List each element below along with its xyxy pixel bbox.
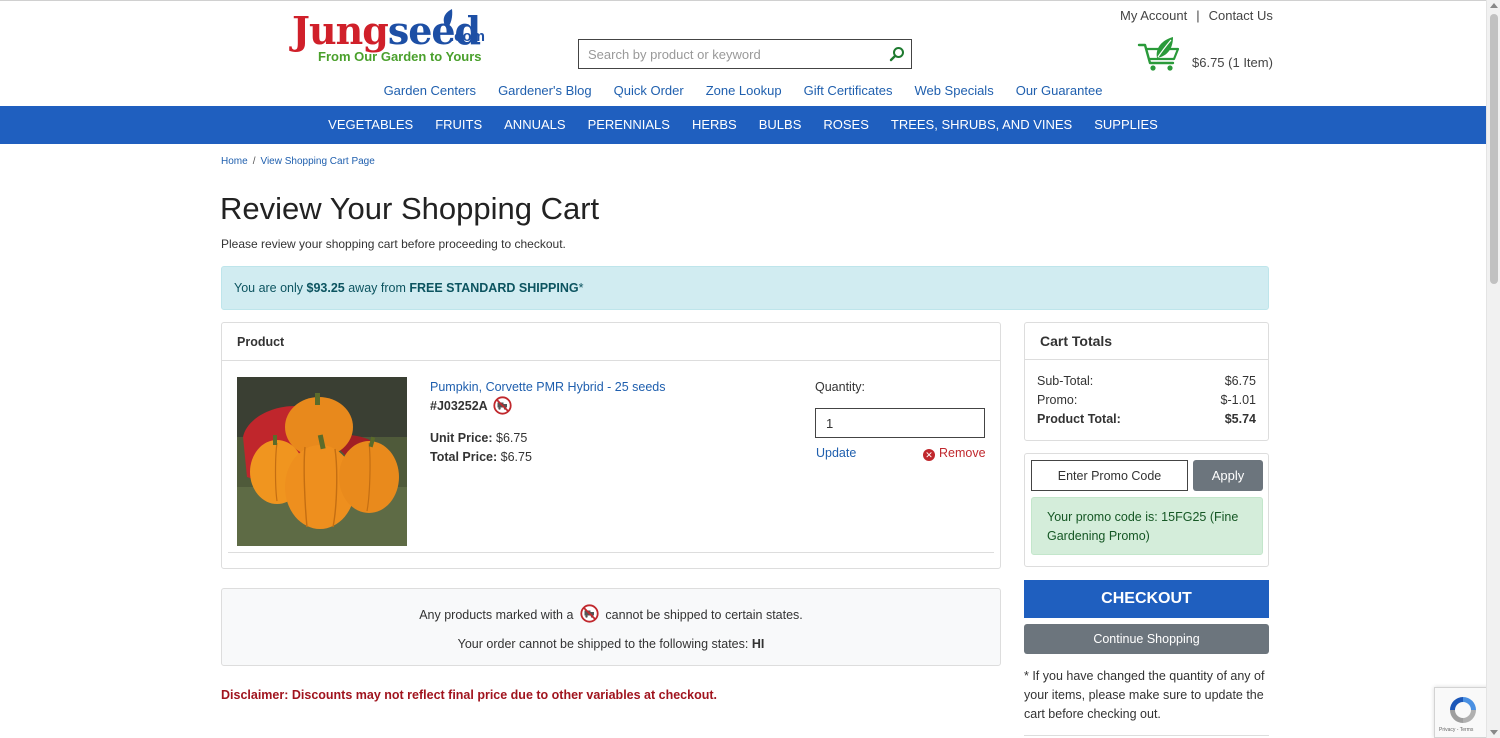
nav-vegetables[interactable]: VEGETABLES (328, 106, 413, 144)
cart-totals-card: Cart Totals Sub-Total: $6.75 Promo: $-1.01… (1024, 322, 1269, 441)
nav-gift-certificates[interactable]: Gift Certificates (804, 83, 893, 98)
breadcrumb-separator: / (252, 156, 256, 167)
nav-gardeners-blog[interactable]: Gardener's Blog (498, 83, 592, 98)
promo-code-input[interactable] (1031, 460, 1188, 491)
restriction-line-2: Your order cannot be shipped to the foll… (457, 637, 765, 651)
main-category-nav: VEGETABLES FRUITS ANNUALS PERENNIALS HERBS BU… (0, 106, 1486, 144)
page-subtitle: Please review your shopping cart before … (221, 237, 566, 251)
cart-totals-title: Cart Totals (1025, 323, 1268, 360)
my-account-link[interactable]: My Account (1120, 8, 1187, 23)
scrollbar-thumb[interactable] (1490, 14, 1498, 284)
remove-item-link[interactable]: ✕ Remove (923, 446, 986, 461)
update-quantity-note: * If you have changed the quantity of an… (1024, 669, 1265, 721)
recaptcha-icon (1450, 697, 1476, 723)
breadcrumb-current[interactable]: View Shopping Cart Page (260, 156, 374, 167)
nav-supplies[interactable]: SUPPLIES (1094, 106, 1158, 144)
remove-icon: ✕ (923, 449, 935, 461)
breadcrumb: Home / View Shopping Cart Page (221, 156, 375, 167)
subtotal-value: $6.75 (1224, 374, 1256, 388)
nav-zone-lookup[interactable]: Zone Lookup (706, 83, 782, 98)
shipping-restriction-notice: Any products marked with a cannot be shi… (221, 588, 1001, 666)
search-input[interactable] (579, 40, 869, 68)
recaptcha-links[interactable]: Privacy - Terms (1439, 727, 1473, 733)
sidebar-divider (1024, 735, 1269, 736)
page-title: Review Your Shopping Cart (220, 191, 600, 226)
no-shipping-icon (580, 604, 599, 623)
nav-garden-centers[interactable]: Garden Centers (384, 83, 477, 98)
product-image[interactable] (237, 377, 407, 546)
scroll-up-icon[interactable] (1490, 3, 1498, 8)
product-column-header: Product (222, 323, 1000, 361)
quantity-label: Quantity: (815, 380, 866, 394)
remaining-amount: $93.25 (306, 281, 345, 295)
cart-summary[interactable]: $6.75 (1 Item) (1192, 55, 1273, 70)
product-divider (228, 552, 994, 553)
promo-value: $-1.01 (1220, 393, 1256, 407)
window-top-border (0, 0, 1500, 1)
restricted-states: HI (751, 637, 765, 651)
unit-price: Unit Price: $6.75 (430, 431, 528, 445)
update-quantity-link[interactable]: Update (816, 446, 856, 460)
logo-dotcom: .com (450, 28, 486, 45)
restriction-line-1: Any products marked with a cannot be shi… (222, 604, 1000, 623)
contact-us-link[interactable]: Contact Us (1209, 8, 1273, 23)
free-shipping-label: FREE STANDARD SHIPPING (409, 281, 579, 295)
shopping-cart-icon[interactable] (1137, 36, 1183, 72)
product-total-row: Product Total: $5.74 (1037, 412, 1256, 426)
leaf-icon (443, 9, 453, 29)
nav-roses[interactable]: ROSES (823, 106, 869, 144)
page-scrollbar[interactable] (1486, 0, 1500, 738)
nav-quick-order[interactable]: Quick Order (614, 83, 684, 98)
no-shipping-icon (493, 396, 512, 415)
promo-success-message: Your promo code is: 15FG25 (Fine Gardeni… (1031, 497, 1263, 555)
nav-fruits[interactable]: FRUITS (435, 106, 482, 144)
total-price: Total Price: $6.75 (430, 450, 532, 464)
search-icon[interactable] (889, 46, 905, 62)
secondary-nav: Garden Centers Gardener's Blog Quick Order… (0, 83, 1486, 98)
promo-code-card: Apply Your promo code is: 15FG25 (Fine G… (1024, 453, 1269, 567)
breadcrumb-home[interactable]: Home (221, 156, 248, 167)
subtotal-row: Sub-Total: $6.75 (1037, 374, 1256, 388)
product-sku: #J03252A (430, 396, 512, 415)
free-shipping-alert: You are only $93.25 away from FREE STAND… (221, 266, 1269, 310)
search-box (578, 39, 912, 69)
continue-shopping-button[interactable]: Continue Shopping (1024, 624, 1269, 654)
nav-perennials[interactable]: PERENNIALS (588, 106, 670, 144)
product-name-link[interactable]: Pumpkin, Corvette PMR Hybrid - 25 seeds (430, 380, 666, 394)
quantity-input[interactable] (815, 408, 985, 438)
apply-promo-button[interactable]: Apply (1193, 460, 1263, 491)
nav-annuals[interactable]: ANNUALS (504, 106, 565, 144)
nav-herbs[interactable]: HERBS (692, 106, 737, 144)
checkout-button[interactable]: CHECKOUT (1024, 580, 1269, 618)
utility-separator: | (1196, 8, 1200, 23)
site-logo[interactable]: Jungseed .com From Our Garden to Yours (292, 8, 492, 70)
scroll-down-icon[interactable] (1490, 730, 1498, 735)
nav-bulbs[interactable]: BULBS (759, 106, 802, 144)
nav-our-guarantee[interactable]: Our Guarantee (1016, 83, 1103, 98)
cart-product-card: Product Pumpkin, Corvette PMR Hybrid - 2… (221, 322, 1001, 569)
nav-trees-shrubs-vines[interactable]: TREES, SHRUBS, AND VINES (891, 106, 1072, 144)
promo-row: Promo: $-1.01 (1037, 393, 1256, 407)
product-total-value: $5.74 (1224, 412, 1256, 426)
nav-web-specials[interactable]: Web Specials (914, 83, 993, 98)
discount-disclaimer: Disclaimer: Discounts may not reflect fi… (221, 688, 717, 702)
utility-links: My Account | Contact Us (1120, 8, 1273, 23)
recaptcha-badge[interactable]: Privacy - Terms (1434, 687, 1494, 738)
logo-tagline: From Our Garden to Yours (318, 49, 482, 64)
